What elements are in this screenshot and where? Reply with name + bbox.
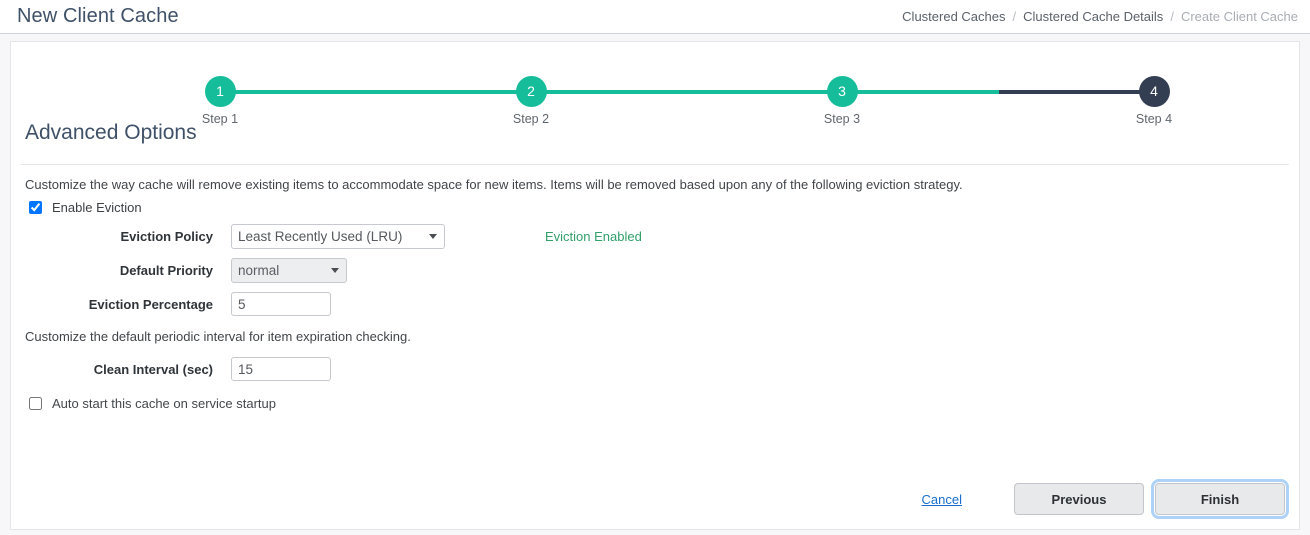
wizard-footer: Cancel Previous Finish — [922, 479, 1289, 519]
stepper-step-1-number: 1 — [204, 76, 236, 107]
breadcrumb-separator: / — [1170, 8, 1174, 24]
wizard-card: 1 Step 1 2 Step 2 3 Step 3 4 Step 4 Adva… — [10, 41, 1300, 530]
auto-start-checkbox[interactable] — [29, 397, 42, 411]
enable-eviction-checkbox[interactable] — [29, 201, 42, 215]
clean-interval-row: Clean Interval (sec) — [25, 352, 1285, 386]
breadcrumb: Clustered Caches / Clustered Cache Detai… — [902, 9, 1298, 25]
stepper-step-3[interactable]: 3 Step 3 — [807, 59, 877, 126]
breadcrumb-item-clustered-caches[interactable]: Clustered Caches — [902, 9, 1005, 24]
auto-start-row[interactable]: Auto start this cache on service startup — [25, 396, 1285, 411]
default-priority-row: Default Priority normal — [25, 253, 1285, 287]
enable-eviction-row[interactable]: Enable Eviction — [25, 200, 1285, 215]
cancel-link[interactable]: Cancel — [922, 492, 962, 507]
enable-eviction-label: Enable Eviction — [52, 200, 142, 216]
wizard-stepper: 1 Step 1 2 Step 2 3 Step 3 4 Step 4 — [11, 59, 1299, 126]
eviction-policy-select-wrap[interactable]: Least Recently Used (LRU) — [231, 223, 445, 249]
stepper-step-4-label: Step 4 — [1135, 112, 1173, 126]
stepper-step-2[interactable]: 2 Step 2 — [496, 59, 566, 126]
default-priority-select[interactable]: normal — [231, 257, 347, 283]
previous-button[interactable]: Previous — [1014, 483, 1144, 515]
eviction-policy-label: Eviction Policy — [120, 228, 213, 244]
clean-interval-input[interactable] — [231, 357, 331, 382]
eviction-percentage-input[interactable] — [231, 292, 331, 317]
breadcrumb-separator: / — [1012, 8, 1017, 24]
stepper-track-complete — [220, 90, 999, 94]
stepper-step-2-number: 2 — [515, 76, 547, 107]
auto-start-label: Auto start this cache on service startup — [52, 396, 276, 412]
finish-button[interactable]: Finish — [1151, 479, 1289, 519]
page-title: New Client Cache — [17, 4, 179, 27]
breadcrumb-item-clustered-cache-details[interactable]: Clustered Cache Details — [1023, 9, 1163, 24]
default-priority-select-wrap[interactable]: normal — [231, 257, 347, 283]
stepper-step-1[interactable]: 1 Step 1 — [185, 59, 255, 126]
eviction-percentage-row: Eviction Percentage — [25, 287, 1285, 321]
eviction-policy-select[interactable]: Least Recently Used (LRU) — [231, 223, 445, 249]
expiration-description: Customize the default periodic interval … — [25, 329, 411, 345]
breadcrumb-item-create-client-cache: Create Client Cache — [1180, 8, 1298, 24]
eviction-policy-row: Eviction Policy Least Recently Used (LRU… — [25, 219, 1285, 253]
eviction-percentage-label: Eviction Percentage — [88, 296, 213, 312]
stepper-step-3-label: Step 3 — [823, 112, 861, 126]
eviction-status-text: Eviction Enabled — [545, 228, 642, 244]
stepper-step-4[interactable]: 4 Step 4 — [1119, 59, 1189, 126]
stepper-step-3-number: 3 — [826, 76, 858, 107]
stepper-step-2-label: Step 2 — [512, 112, 550, 126]
clean-interval-label: Clean Interval (sec) — [93, 361, 213, 377]
default-priority-label: Default Priority — [119, 262, 213, 278]
eviction-description: Customize the way cache will remove exis… — [25, 177, 963, 193]
stepper-step-1-label: Step 1 — [201, 112, 239, 126]
advanced-options-form: Customize the way cache will remove exis… — [11, 165, 1299, 411]
app-header: New Client Cache Clustered Caches / Clus… — [0, 0, 1310, 34]
stepper-step-4-number: 4 — [1138, 76, 1170, 107]
